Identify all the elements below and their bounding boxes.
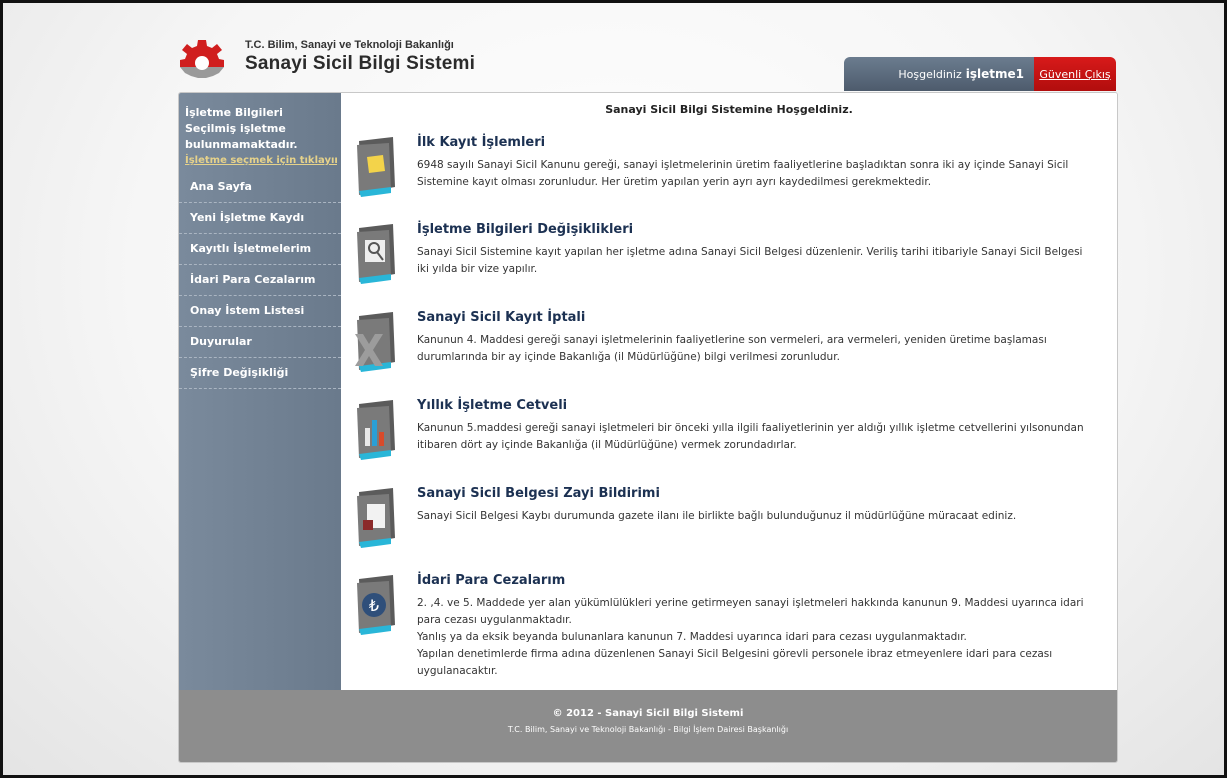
section-text: Sanayi Sicil Sistemine kayıt yapılan her…: [417, 246, 1083, 275]
sidebar-item-approval-list[interactable]: Onay İstem Listesi: [179, 296, 341, 327]
main-frame: İşletme Bilgileri Seçilmiş işletme bulun…: [178, 92, 1118, 763]
logout-button[interactable]: Güvenli Çıkış: [1034, 57, 1116, 91]
sidebar-item-home[interactable]: Ana Sayfa: [179, 172, 341, 203]
section-text: 6948 sayılı Sanayi Sicil Kanunu gereği, …: [417, 159, 1069, 188]
business-info: İşletme Bilgileri Seçilmiş işletme bulun…: [179, 93, 341, 169]
section-title: İdari Para Cezalarım: [417, 573, 566, 588]
fines-text-3: Yapılan denetimlerde firma adına düzenle…: [417, 648, 1053, 677]
ministry-name: T.C. Bilim, Sanayi ve Teknoloji Bakanlığ…: [245, 39, 454, 51]
folder-document-icon: [357, 488, 395, 548]
content-area: Sanayi Sicil Bilgi Sistemine Hoşgeldiniz…: [341, 93, 1117, 690]
lira-symbol: ₺: [369, 596, 379, 615]
footer: © 2012 - Sanayi Sicil Bilgi Sistemi T.C.…: [179, 690, 1117, 762]
welcome-label: Hoşgeldiniz: [898, 67, 962, 81]
user-bar: Hoşgeldiniz işletme1 Güvenli Çıkış: [844, 57, 1116, 91]
sidebar-item-password-change[interactable]: Şifre Değişikliği: [179, 358, 341, 389]
welcome-box: Hoşgeldiniz işletme1: [844, 57, 1034, 91]
folder-cancel-icon: [355, 312, 395, 372]
sidebar-item-fines[interactable]: İdari Para Cezalarım: [179, 265, 341, 296]
select-business-link[interactable]: İşletme seçmek için tıklayınız.: [185, 153, 337, 169]
folder-lira-icon: ₺: [357, 575, 395, 635]
folder-chart-icon: [357, 400, 395, 460]
system-title: Sanayi Sicil Bilgi Sistemi: [245, 53, 476, 74]
section-title: Yıllık İşletme Cetveli: [417, 398, 568, 413]
gear-logo-icon: [180, 40, 224, 78]
fines-text-2: Yanlış ya da eksik beyanda bulunanlara k…: [417, 631, 967, 643]
sidebar-menu: Ana Sayfa Yeni İşletme Kaydı Kayıtlı İşl…: [179, 172, 341, 389]
page-title: Sanayi Sicil Bilgi Sistemine Hoşgeldiniz…: [605, 103, 853, 116]
header: T.C. Bilim, Sanayi ve Teknoloji Bakanlığ…: [179, 33, 1116, 93]
folder-edit-icon: [357, 224, 395, 284]
section-text: Sanayi Sicil Belgesi Kaybı durumunda gaz…: [417, 510, 1017, 522]
section-title: İşletme Bilgileri Değişiklikleri: [417, 222, 634, 237]
section-title: Sanayi Sicil Kayıt İptali: [417, 310, 586, 325]
username: işletme1: [965, 67, 1024, 81]
section-title: İlk Kayıt İşlemleri: [417, 135, 546, 150]
section-text: Kanunun 4. Maddesi gereği sanayi işletme…: [417, 334, 1047, 363]
business-info-title: İşletme Bilgileri: [185, 106, 283, 119]
section-title: Sanayi Sicil Belgesi Zayi Bildirimi: [417, 486, 660, 501]
sidebar-item-new-business[interactable]: Yeni İşletme Kaydı: [179, 203, 341, 234]
fines-text-1: 2. ,4. ve 5. Maddede yer alan yükümlülük…: [417, 597, 1084, 626]
folder-note-icon: [357, 137, 395, 197]
sidebar-item-announcements[interactable]: Duyurular: [179, 327, 341, 358]
sidebar-item-registered-businesses[interactable]: Kayıtlı İşletmelerim: [179, 234, 341, 265]
business-info-text: Seçilmiş işletme bulunmamaktadır.: [185, 122, 298, 151]
footer-copyright: © 2012 - Sanayi Sicil Bilgi Sistemi: [552, 708, 744, 719]
footer-org: T.C. Bilim, Sanayi ve Teknoloji Bakanlığ…: [507, 725, 789, 734]
section-text: Kanunun 5.maddesi gereği sanayi işletmel…: [417, 422, 1084, 451]
section-text: 2. ,4. ve 5. Maddede yer alan yükümlülük…: [417, 595, 1093, 680]
sidebar: İşletme Bilgileri Seçilmiş işletme bulun…: [179, 93, 341, 690]
